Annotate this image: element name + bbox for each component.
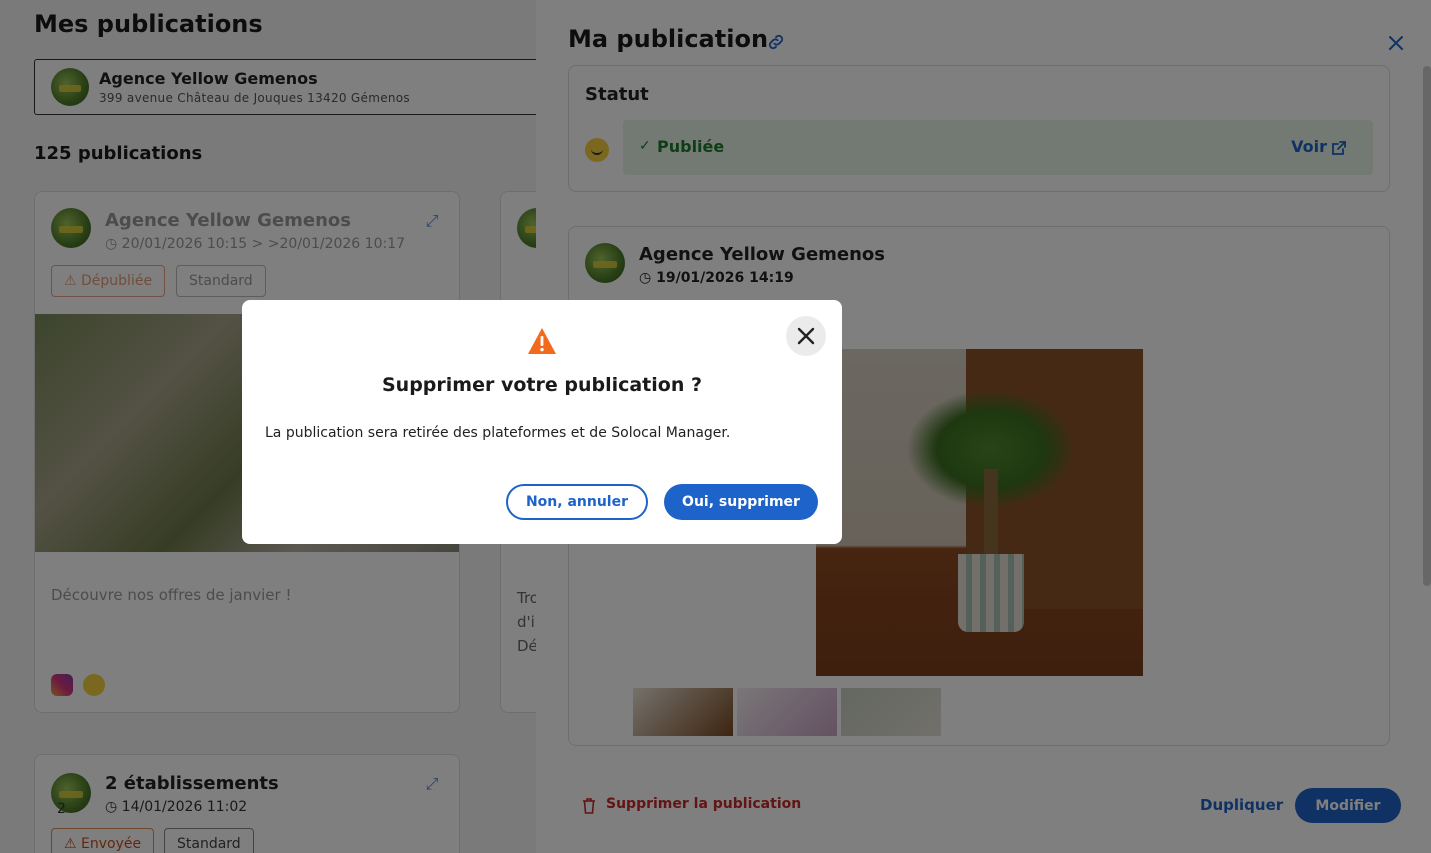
modal-close-button[interactable]	[786, 316, 826, 356]
warning-icon	[528, 328, 556, 354]
modal-title: Supprimer votre publication ?	[381, 374, 702, 396]
modal-message: La publication sera retirée des platefor…	[265, 425, 731, 441]
cancel-button[interactable]: Non, annuler	[506, 484, 648, 520]
delete-confirmation-modal: Supprimer votre publication ? La publica…	[242, 300, 842, 544]
confirm-delete-button[interactable]: Oui, supprimer	[664, 484, 818, 520]
close-icon	[797, 327, 815, 345]
